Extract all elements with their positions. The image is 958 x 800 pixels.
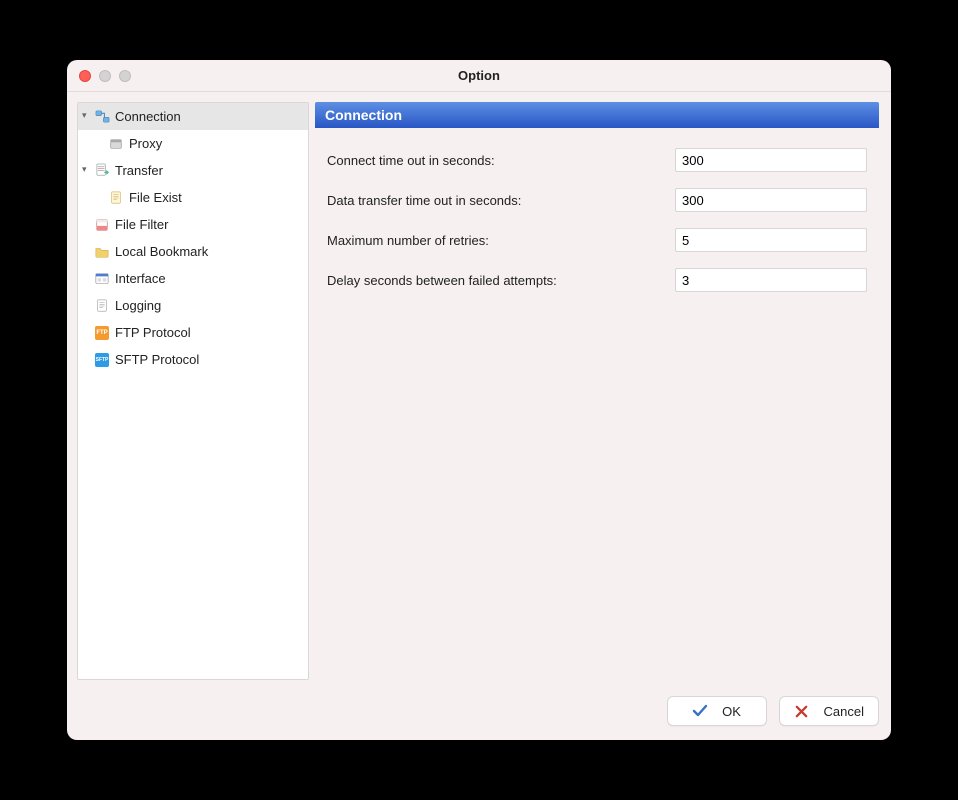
sidebar-item-logging[interactable]: Logging [78,292,308,319]
file-filter-icon [94,217,110,233]
ok-button-label: OK [722,704,741,719]
sidebar-item-connection[interactable]: ▾ Connection [78,103,308,130]
dialog-footer: OK Cancel [67,688,891,740]
sidebar-item-local-bookmark[interactable]: Local Bookmark [78,238,308,265]
ftp-icon: FTP [94,325,110,341]
sidebar-item-proxy[interactable]: Proxy [78,130,308,157]
field-data-transfer-timeout: Data transfer time out in seconds: [327,186,867,214]
sidebar-item-sftp-protocol[interactable]: SFTP SFTP Protocol [78,346,308,373]
sidebar-item-file-filter[interactable]: File Filter [78,211,308,238]
connect-timeout-input[interactable] [675,148,867,172]
field-label: Maximum number of retries: [327,233,675,248]
field-delay-between-attempts: Delay seconds between failed attempts: [327,266,867,294]
option-window: Option ▾ Connection Proxy ▾ [67,60,891,740]
content-area: ▾ Connection Proxy ▾ Transfer [67,92,891,688]
field-label: Connect time out in seconds: [327,153,675,168]
field-connect-timeout: Connect time out in seconds: [327,146,867,174]
titlebar: Option [67,60,891,92]
interface-icon [94,271,110,287]
field-label: Data transfer time out in seconds: [327,193,675,208]
field-label: Delay seconds between failed attempts: [327,273,675,288]
delay-between-attempts-input[interactable] [675,268,867,292]
sidebar-item-label: FTP Protocol [115,325,191,340]
sidebar-item-label: SFTP Protocol [115,352,199,367]
panel-header: Connection [315,102,879,128]
panel-body: Connect time out in seconds: Data transf… [315,128,879,680]
data-transfer-timeout-input[interactable] [675,188,867,212]
sidebar-item-label: Interface [115,271,166,286]
connection-icon [94,109,110,125]
chevron-down-icon[interactable]: ▾ [82,164,94,175]
sidebar-item-ftp-protocol[interactable]: FTP FTP Protocol [78,319,308,346]
traffic-lights [67,70,131,82]
field-max-retries: Maximum number of retries: [327,226,867,254]
maximize-window-button[interactable] [119,70,131,82]
sidebar-item-label: File Exist [129,190,182,205]
cancel-button[interactable]: Cancel [779,696,879,726]
close-window-button[interactable] [79,70,91,82]
proxy-icon [108,136,124,152]
close-icon [794,703,810,719]
sidebar-item-transfer[interactable]: ▾ Transfer [78,157,308,184]
sidebar-item-label: Local Bookmark [115,244,208,259]
sidebar-item-label: Logging [115,298,161,313]
transfer-icon [94,163,110,179]
sidebar-item-label: File Filter [115,217,168,232]
cancel-button-label: Cancel [824,704,864,719]
sftp-icon: SFTP [94,352,110,368]
chevron-down-icon[interactable]: ▾ [82,110,94,121]
sidebar-tree[interactable]: ▾ Connection Proxy ▾ Transfer [77,102,309,680]
logging-icon [94,298,110,314]
main-panel: Connection Connect time out in seconds: … [315,102,879,680]
max-retries-input[interactable] [675,228,867,252]
sidebar-item-label: Connection [115,109,181,124]
window-title: Option [67,68,891,83]
sidebar-item-interface[interactable]: Interface [78,265,308,292]
sidebar-item-file-exist[interactable]: File Exist [78,184,308,211]
sidebar-item-label: Proxy [129,136,162,151]
check-icon [692,703,708,719]
ok-button[interactable]: OK [667,696,767,726]
folder-icon [94,244,110,260]
sidebar-item-label: Transfer [115,163,163,178]
file-exist-icon [108,190,124,206]
minimize-window-button[interactable] [99,70,111,82]
